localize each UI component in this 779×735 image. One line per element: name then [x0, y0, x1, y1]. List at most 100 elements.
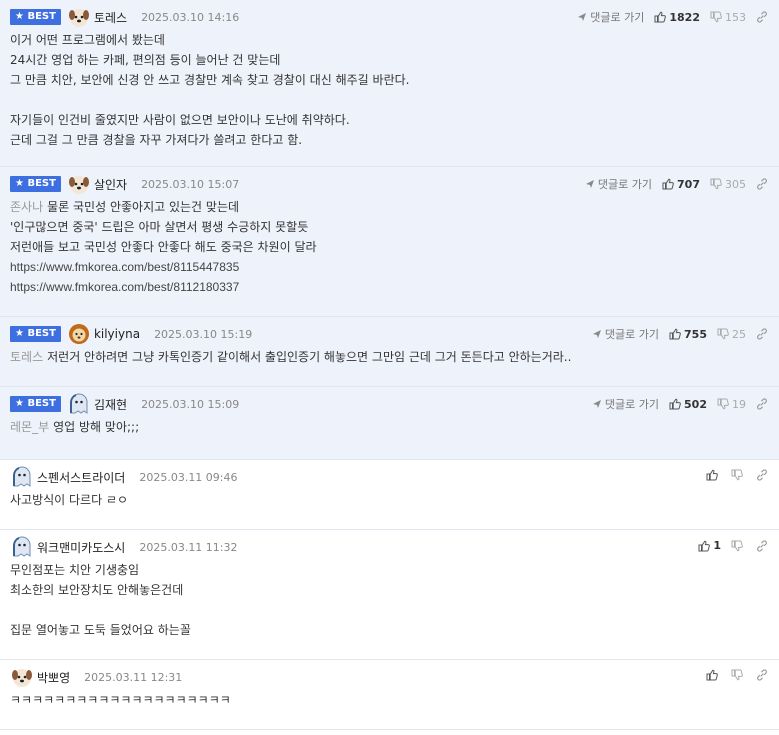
- thumbs-up-icon: [706, 669, 718, 681]
- ghost-avatar-icon[interactable]: [10, 536, 34, 558]
- comment-item: 스펜서스트라이더 2025.03.11 09:46 사고방식이 다르다 ㄹㅇ: [0, 460, 779, 530]
- upvote-button[interactable]: 1: [698, 539, 721, 552]
- comment-item: 박뽀영 2025.03.11 12:31 ㅋㅋㅋㅋㅋㅋㅋㅋㅋㅋㅋㅋㅋㅋㅋㅋㅋㅋㅋ…: [0, 660, 779, 730]
- downvote-button[interactable]: 153: [710, 11, 746, 24]
- mention-tag[interactable]: 존사나: [10, 200, 43, 214]
- comment-item: 워크맨미카도스시 2025.03.11 11:32 1 무인점포는 치안 기생충…: [0, 530, 779, 660]
- comment-text: 사고방식이 다르다 ㄹㅇ: [10, 493, 129, 507]
- comment-text: 자기들이 인건비 줄였지만 사람이 없으면 보안이나 도난에 취약하다.: [10, 113, 350, 127]
- comment-text: 토레스 저런거 안하려면 그냥 카톡인증기 같이해서 출입인증기 해놓으면 그만임…: [10, 347, 769, 367]
- comment-body: 레몬_부 영업 방해 맞아;;;: [10, 415, 769, 437]
- comment-body: ㅋㅋㅋㅋㅋㅋㅋㅋㅋㅋㅋㅋㅋㅋㅋㅋㅋㅋㅋㅋ: [10, 688, 769, 710]
- permalink-button[interactable]: [756, 540, 771, 552]
- upvote-button[interactable]: [706, 469, 721, 481]
- upvote-count: 502: [684, 397, 707, 411]
- comment-time: 2025.03.11 11:32: [139, 540, 238, 554]
- comment-url[interactable]: https://www.fmkorea.com/best/8115447835: [10, 257, 769, 277]
- reply-link[interactable]: 댓글로 가기: [585, 176, 652, 192]
- comment-author[interactable]: 워크맨미카도스시: [37, 539, 125, 556]
- comment-time: 2025.03.10 15:09: [141, 397, 240, 411]
- thumbs-down-icon: [710, 11, 722, 23]
- ghost-avatar-icon[interactable]: [10, 466, 34, 488]
- comment-text: 존사나 물론 국민성 안좋아지고 있는건 맞는데: [10, 197, 769, 217]
- thumbs-down-icon: [717, 328, 729, 340]
- comment-time: 2025.03.11 12:31: [84, 670, 183, 684]
- reply-link[interactable]: 댓글로 가기: [592, 396, 659, 412]
- comment-url[interactable]: https://www.fmkorea.com/best/8112180337: [10, 277, 769, 297]
- thumbs-up-icon: [698, 540, 710, 552]
- dog-avatar-icon[interactable]: [67, 6, 91, 28]
- comment-actions: 1: [688, 539, 771, 552]
- dog-avatar-icon[interactable]: [10, 666, 34, 688]
- thumbs-up-icon: [706, 469, 718, 481]
- comment-actions: 댓글로 가기 502 19: [582, 396, 771, 412]
- upvote-button[interactable]: 707: [662, 178, 700, 191]
- comment-text: 집문 열어놓고 도둑 들었어요 하는꼴: [10, 623, 191, 637]
- reply-label: 댓글로 가기: [604, 398, 660, 411]
- upvote-count: 755: [684, 327, 707, 341]
- downvote-button[interactable]: [731, 669, 746, 681]
- comment-author[interactable]: 김재현: [94, 396, 127, 413]
- downvote-button[interactable]: [731, 469, 746, 481]
- upvote-count: 1: [713, 539, 721, 552]
- reply-link[interactable]: 댓글로 가기: [577, 9, 644, 25]
- comment-text: 이거 어떤 프로그램에서 봤는데: [10, 33, 165, 47]
- downvote-count: 25: [732, 327, 746, 341]
- comment-actions: 댓글로 가기 707 305: [575, 176, 771, 192]
- comment-text-span: 영업 방해 맞아;;;: [53, 420, 140, 434]
- link-icon: [756, 540, 768, 552]
- comment-text: 무인점포는 치안 기생충임: [10, 563, 140, 577]
- link-icon: [756, 328, 768, 340]
- mention-tag[interactable]: 레몬_부: [10, 420, 49, 434]
- downvote-button[interactable]: 19: [717, 398, 746, 411]
- downvote-button[interactable]: [731, 540, 746, 552]
- downvote-button[interactable]: 305: [710, 178, 746, 191]
- comment-time: 2025.03.10 15:19: [154, 327, 253, 341]
- comment-author[interactable]: kilyiyna: [94, 327, 140, 341]
- comment-text: '인구많으면 중국' 드립은 아마 살면서 평생 수긍하지 못할듯: [10, 220, 309, 234]
- best-badge: ★ BEST: [10, 396, 61, 412]
- comment-actions: [696, 669, 771, 681]
- comment-actions: 댓글로 가기 1822 153: [567, 9, 771, 25]
- upvote-button[interactable]: 1822: [654, 11, 700, 24]
- comment-text-span: 물론 국민성 안좋아지고 있는건 맞는데: [47, 200, 240, 214]
- upvote-button[interactable]: [706, 669, 721, 681]
- comment-author[interactable]: 토레스: [94, 9, 127, 26]
- comment-author[interactable]: 박뽀영: [37, 669, 70, 686]
- comment-actions: 댓글로 가기 755 25: [582, 326, 771, 342]
- comment-author[interactable]: 스펜서스트라이더: [37, 469, 125, 486]
- mention-tag[interactable]: 토레스: [10, 350, 43, 364]
- thumbs-down-icon: [717, 398, 729, 410]
- reply-arrow-icon: [592, 329, 602, 339]
- comment-time: 2025.03.10 15:07: [141, 177, 240, 191]
- thumbs-up-icon: [669, 328, 681, 340]
- permalink-button[interactable]: [756, 669, 771, 681]
- upvote-button[interactable]: 502: [669, 398, 707, 411]
- comment-body: 존사나 물론 국민성 안좋아지고 있는건 맞는데 '인구많으면 중국' 드립은 아…: [10, 195, 769, 297]
- comment-item: ★ BEST kilyiyna 2025.03.10 15:19 댓글로 가기 …: [0, 317, 779, 387]
- downvote-button[interactable]: 25: [717, 328, 746, 341]
- link-icon: [756, 11, 768, 23]
- upvote-count: 707: [677, 177, 700, 191]
- ghost-avatar-icon[interactable]: [67, 393, 91, 415]
- comment-text: 레몬_부 영업 방해 맞아;;;: [10, 417, 769, 437]
- comment-list: ★ BEST 토레스 2025.03.10 14:16 댓글로 가기 1822 …: [0, 0, 779, 730]
- reply-label: 댓글로 가기: [604, 328, 660, 341]
- permalink-button[interactable]: [756, 178, 771, 190]
- downvote-count: 305: [725, 177, 746, 191]
- comment-text: [10, 600, 769, 620]
- thumbs-down-icon: [731, 669, 743, 681]
- comment-author[interactable]: 살인자: [94, 176, 127, 193]
- thumbs-up-icon: [654, 11, 666, 23]
- permalink-button[interactable]: [756, 469, 771, 481]
- reply-link[interactable]: 댓글로 가기: [592, 326, 659, 342]
- thumbs-down-icon: [710, 178, 722, 190]
- upvote-button[interactable]: 755: [669, 328, 707, 341]
- comment-text: 저런애들 보고 국민성 안좋다 안좋다 해도 중국은 차원이 달라: [10, 240, 317, 254]
- dog-avatar-icon[interactable]: [67, 173, 91, 195]
- permalink-button[interactable]: [756, 11, 771, 23]
- comment-text: [10, 90, 769, 110]
- permalink-button[interactable]: [756, 328, 771, 340]
- permalink-button[interactable]: [756, 398, 771, 410]
- lion-avatar-icon[interactable]: [67, 323, 91, 345]
